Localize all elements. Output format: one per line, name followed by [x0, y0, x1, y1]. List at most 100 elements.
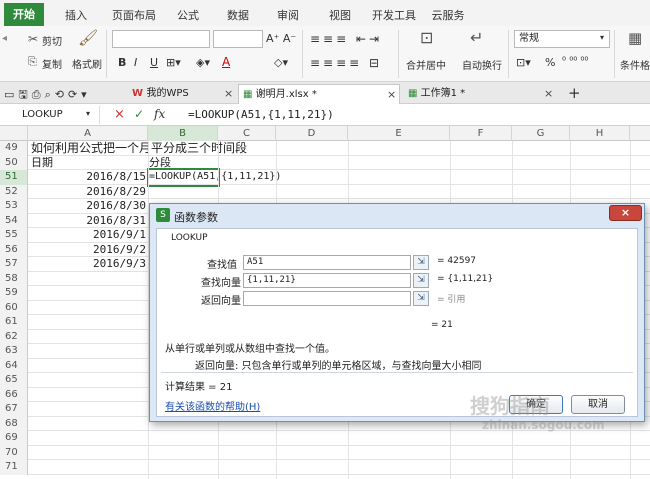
- tab-workbook-xieming[interactable]: ▦ 谢明月.xlsx * ×: [238, 84, 400, 104]
- row-number[interactable]: 64: [0, 358, 28, 373]
- row-number[interactable]: 53: [0, 199, 28, 214]
- row-number[interactable]: 65: [0, 373, 28, 388]
- lookup-vector-field[interactable]: {1,11,21}: [243, 273, 411, 288]
- range-select-icon[interactable]: ⇲: [413, 255, 429, 270]
- row-number[interactable]: 67: [0, 402, 28, 417]
- row-number[interactable]: 50: [0, 155, 28, 170]
- cancel-button[interactable]: 取消: [571, 395, 625, 414]
- merge-center-button[interactable]: 合并居中: [406, 57, 446, 72]
- close-icon[interactable]: ×: [224, 84, 233, 103]
- row-number[interactable]: 59: [0, 286, 28, 301]
- close-button[interactable]: ×: [609, 205, 642, 221]
- tab-insert[interactable]: 插入: [56, 6, 96, 26]
- quick-access-icons[interactable]: ▭🖫⎙⌕⟲⟳▾: [4, 86, 91, 105]
- new-tab-icon[interactable]: +: [568, 84, 581, 102]
- cell-a[interactable]: 2016/8/29: [28, 185, 146, 200]
- row-number[interactable]: 70: [0, 445, 28, 460]
- chevron-down-icon[interactable]: ▾: [86, 109, 90, 118]
- cell-a[interactable]: 日期: [31, 156, 53, 171]
- column-header[interactable]: F: [450, 126, 512, 141]
- tab-page-layout[interactable]: 页面布局: [108, 6, 160, 26]
- column-header[interactable]: G: [512, 126, 570, 141]
- column-header[interactable]: E: [348, 126, 450, 141]
- tab-my-wps[interactable]: W 我的WPS ×: [128, 84, 234, 104]
- font-color-icon[interactable]: A: [222, 55, 230, 69]
- underline-button[interactable]: U: [150, 56, 158, 69]
- format-painter-icon[interactable]: 🖌: [78, 30, 98, 46]
- horizontal-align-icons[interactable]: ≡≡≡≡ ⊟: [310, 56, 382, 70]
- row-number[interactable]: 54: [0, 213, 28, 228]
- column-header[interactable]: H: [570, 126, 630, 141]
- merge-icon[interactable]: ⊡: [420, 30, 433, 46]
- border-icon[interactable]: ⊞▾: [166, 56, 181, 69]
- percent-button[interactable]: %: [545, 56, 555, 69]
- conditional-format-button[interactable]: 条件格: [620, 57, 650, 72]
- chevron-down-icon[interactable]: ▾: [600, 33, 604, 42]
- row-number[interactable]: 51: [0, 170, 28, 185]
- lookup-value-field[interactable]: A51: [243, 255, 411, 270]
- tab-cloud[interactable]: 云服务: [426, 6, 470, 26]
- row-number[interactable]: 49: [0, 141, 28, 156]
- cell-a[interactable]: 2016/9/1: [28, 228, 146, 243]
- cell-a[interactable]: 2016/9/3: [28, 257, 146, 272]
- column-header[interactable]: D: [276, 126, 348, 141]
- currency-icon[interactable]: ⊡▾: [516, 56, 531, 69]
- column-header[interactable]: C: [218, 126, 276, 141]
- tab-review[interactable]: 审阅: [268, 6, 308, 26]
- row-number[interactable]: 69: [0, 431, 28, 446]
- row-number[interactable]: 52: [0, 184, 28, 199]
- fill-color-icon[interactable]: ◈▾: [196, 56, 210, 69]
- tab-developer[interactable]: 开发工具: [366, 6, 422, 26]
- help-link[interactable]: 有关该函数的帮助(H): [165, 398, 260, 413]
- close-icon[interactable]: ×: [544, 84, 553, 103]
- copy-button[interactable]: 复制: [42, 56, 62, 71]
- bold-button[interactable]: B: [118, 56, 126, 69]
- row-number[interactable]: 71: [0, 460, 28, 475]
- grow-font-icon[interactable]: A⁺ A⁻: [266, 32, 296, 45]
- name-box[interactable]: LOOKUP: [0, 106, 100, 124]
- column-header[interactable]: B: [148, 126, 218, 141]
- tab-home[interactable]: 开始: [4, 3, 44, 26]
- formula-input[interactable]: =LOOKUP(A51,{1,11,21}): [188, 106, 334, 124]
- row-number[interactable]: 68: [0, 416, 28, 431]
- number-format-select[interactable]: 常规: [514, 30, 610, 48]
- row-number[interactable]: 55: [0, 228, 28, 243]
- cell-b[interactable]: 分段: [149, 156, 171, 171]
- row-number[interactable]: 60: [0, 300, 28, 315]
- dialog-title-bar[interactable]: S 函数参数 ×: [150, 204, 644, 228]
- format-painter-button[interactable]: 格式刷: [72, 56, 102, 71]
- range-select-icon[interactable]: ⇲: [413, 291, 429, 306]
- conditional-format-icon[interactable]: ▦: [628, 31, 642, 46]
- wrap-text-icon[interactable]: ↵: [470, 30, 483, 46]
- row-number[interactable]: 57: [0, 257, 28, 272]
- italic-button[interactable]: I: [134, 56, 137, 69]
- function-icon[interactable]: fx: [154, 107, 165, 121]
- result-vector-field[interactable]: [243, 291, 411, 306]
- cell-a[interactable]: 如何利用公式把一个月平分成三个时间段: [31, 141, 247, 156]
- font-size-select[interactable]: [213, 30, 263, 48]
- cut-button[interactable]: 剪切: [42, 33, 62, 48]
- tab-formulas[interactable]: 公式: [168, 6, 208, 26]
- cancel-icon[interactable]: ×: [114, 107, 125, 122]
- close-icon[interactable]: ×: [387, 85, 396, 104]
- tab-workbook1[interactable]: ▦ 工作簿1 * ×: [404, 84, 554, 104]
- row-number[interactable]: 56: [0, 242, 28, 257]
- wrap-text-button[interactable]: 自动换行: [462, 57, 502, 72]
- cell-b[interactable]: =LOOKUP(A51,{1,11,21}): [147, 168, 281, 187]
- scissors-icon[interactable]: ✂: [28, 32, 38, 46]
- cell-a[interactable]: 2016/8/15: [28, 170, 146, 185]
- cell-a[interactable]: 2016/9/2: [28, 243, 146, 258]
- tab-view[interactable]: 视图: [320, 6, 360, 26]
- copy-icon[interactable]: ⎘: [28, 55, 37, 69]
- decimal-icons[interactable]: ⁰ ⁰⁰ ⁰⁰: [562, 56, 588, 67]
- range-select-icon[interactable]: ⇲: [413, 273, 429, 288]
- column-header[interactable]: A: [28, 126, 148, 141]
- row-number[interactable]: 61: [0, 315, 28, 330]
- tab-data[interactable]: 数据: [218, 6, 258, 26]
- select-all-corner[interactable]: [0, 126, 28, 141]
- row-number[interactable]: 66: [0, 387, 28, 402]
- cell-a[interactable]: 2016/8/30: [28, 199, 146, 214]
- vertical-align-icons[interactable]: ≡≡≡ ⇤⇥: [310, 32, 382, 46]
- row-number[interactable]: 63: [0, 344, 28, 359]
- clear-icon[interactable]: ◇▾: [274, 56, 288, 69]
